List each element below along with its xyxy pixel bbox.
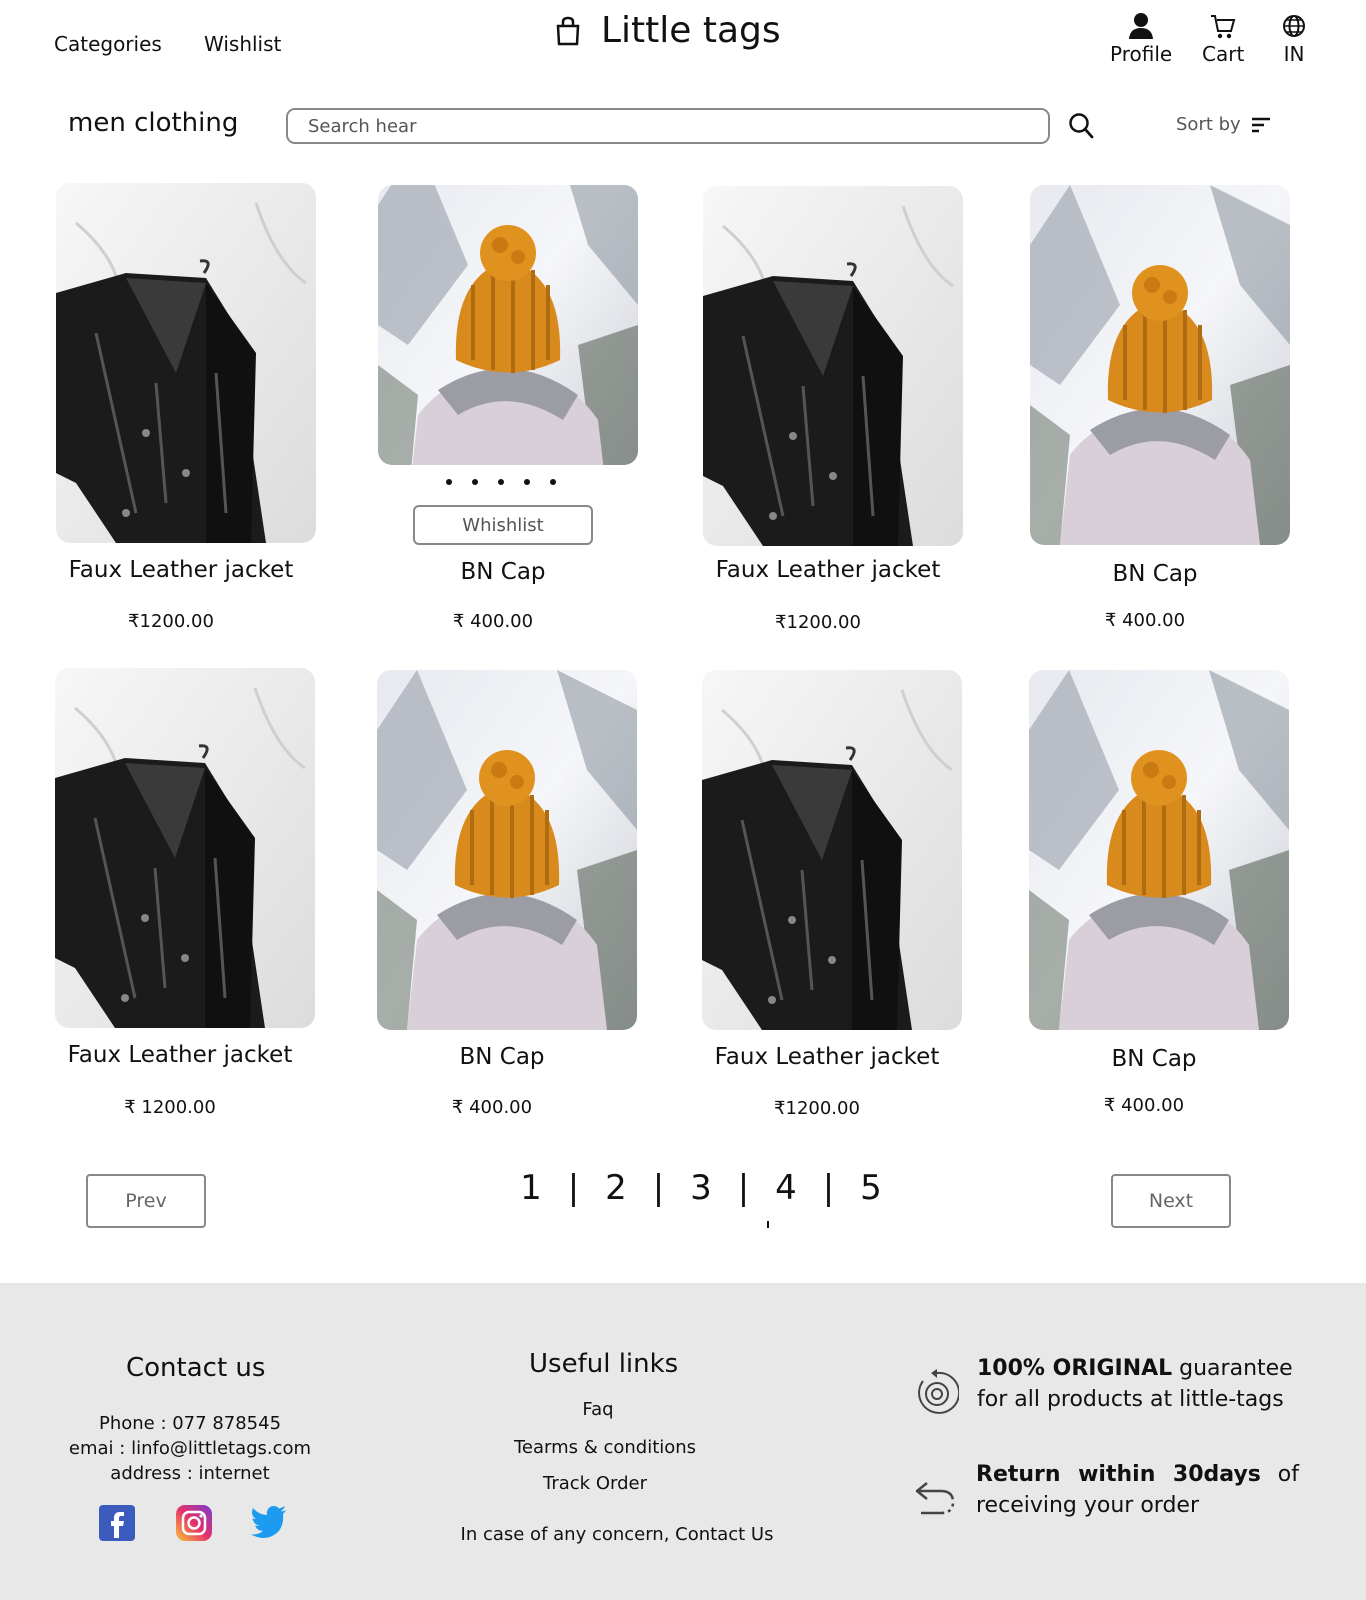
facebook-icon[interactable] — [99, 1505, 135, 1545]
page-separator: | — [652, 1168, 665, 1208]
cart-label: Cart — [1202, 42, 1245, 66]
product-name[interactable]: Faux Leather jacket — [55, 1042, 305, 1068]
return-policy-bold: Return within 30days — [976, 1462, 1261, 1487]
profile-label: Profile — [1110, 42, 1173, 66]
product-image-leather-jacket[interactable] — [702, 670, 962, 1030]
user-icon — [1129, 13, 1154, 39]
prev-page-button[interactable]: Prev — [86, 1174, 206, 1228]
page-1[interactable]: 1 — [516, 1168, 546, 1208]
page-separator: | — [822, 1168, 835, 1208]
product-name[interactable]: Faux Leather jacket — [56, 557, 306, 583]
search-input[interactable] — [286, 108, 1050, 144]
product-price: ₹ 1200.00 — [124, 1097, 216, 1118]
useful-links-heading: Useful links — [529, 1349, 679, 1379]
product-name[interactable]: BN Cap — [378, 559, 628, 585]
twitter-icon[interactable] — [251, 1505, 287, 1543]
category-title: men clothing — [68, 108, 239, 138]
return-policy-text: Return within 30days of receiving your o… — [976, 1459, 1299, 1521]
product-price: ₹1200.00 — [128, 611, 214, 632]
product-price: ₹ 400.00 — [451, 1097, 533, 1118]
cart-icon — [1211, 15, 1236, 39]
brand-name: Little tags — [601, 10, 781, 51]
link-track-order[interactable]: Track Order — [520, 1473, 670, 1494]
return-arrow-icon — [913, 1477, 957, 1525]
page-5[interactable]: 5 — [856, 1168, 886, 1208]
region-selector[interactable]: IN — [1282, 12, 1306, 66]
product-image-orange-beanie[interactable] — [1029, 670, 1289, 1030]
instagram-icon[interactable] — [176, 1505, 212, 1545]
original-guarantee-bold: 100% ORIGINAL — [977, 1356, 1173, 1381]
contact-address: address : internet — [110, 1463, 270, 1484]
page-separator: | — [567, 1168, 580, 1208]
product-image-leather-jacket[interactable] — [56, 183, 316, 543]
product-price: ₹ 400.00 — [1103, 1095, 1185, 1116]
nav-categories[interactable]: Categories — [54, 32, 162, 56]
nav-wishlist[interactable]: Wishlist — [204, 32, 281, 56]
link-terms-conditions[interactable]: Tearms & conditions — [490, 1437, 720, 1458]
carousel-dot[interactable] — [498, 479, 504, 485]
product-image-leather-jacket[interactable] — [703, 186, 963, 546]
shopping-bag-icon — [556, 16, 580, 45]
product-name[interactable]: BN Cap — [377, 1044, 627, 1070]
link-contact-us[interactable]: In case of any concern, Contact Us — [452, 1524, 782, 1545]
sort-icon — [1251, 117, 1270, 132]
page-numbers: 1 | 2 | 3 | 4 | 5 — [516, 1168, 886, 1208]
footer: Contact us Phone : 077 878545 emai : lin… — [0, 1283, 1366, 1600]
product-price: ₹1200.00 — [774, 1098, 860, 1119]
product-name[interactable]: Faux Leather jacket — [702, 1044, 952, 1070]
region-label: IN — [1283, 42, 1305, 66]
product-price: ₹ 400.00 — [1104, 610, 1186, 631]
contact-email[interactable]: emai : linfo@littletags.com — [40, 1438, 340, 1459]
current-page-indicator — [767, 1221, 769, 1228]
carousel-dot[interactable] — [472, 479, 478, 485]
add-to-wishlist-button[interactable]: Whishlist — [413, 505, 593, 545]
page-2[interactable]: 2 — [601, 1168, 631, 1208]
profile-button[interactable]: Profile — [1110, 12, 1172, 66]
original-guarantee-icon — [915, 1368, 961, 1424]
product-name[interactable]: Faux Leather jacket — [703, 557, 953, 583]
carousel-dot[interactable] — [446, 479, 452, 485]
search-icon[interactable] — [1068, 112, 1094, 144]
product-image-leather-jacket[interactable] — [55, 668, 315, 1028]
sort-label: Sort by — [1176, 114, 1241, 135]
sort-button[interactable]: Sort by — [1176, 114, 1271, 135]
contact-heading: Contact us — [126, 1353, 266, 1383]
original-guarantee-text: 100% ORIGINAL guarantee for all products… — [977, 1353, 1307, 1415]
product-image-orange-beanie[interactable] — [378, 185, 638, 465]
brand[interactable]: Little tags — [555, 10, 781, 51]
page-separator: | — [737, 1168, 750, 1208]
product-name[interactable]: BN Cap — [1030, 561, 1280, 587]
next-page-button[interactable]: Next — [1111, 1174, 1231, 1228]
carousel-dot[interactable] — [524, 479, 530, 485]
link-faq[interactable]: Faq — [560, 1399, 636, 1420]
image-carousel-dots[interactable] — [446, 479, 556, 485]
contact-phone: Phone : 077 878545 — [98, 1413, 282, 1434]
product-image-orange-beanie[interactable] — [1030, 185, 1290, 545]
globe-icon — [1283, 15, 1305, 37]
product-name[interactable]: BN Cap — [1029, 1046, 1279, 1072]
product-price: ₹ 400.00 — [452, 611, 534, 632]
page-4-current[interactable]: 4 — [771, 1168, 801, 1208]
product-image-orange-beanie[interactable] — [377, 670, 637, 1030]
page-3[interactable]: 3 — [686, 1168, 716, 1208]
cart-button[interactable]: Cart — [1202, 12, 1244, 66]
carousel-dot[interactable] — [550, 479, 556, 485]
product-price: ₹1200.00 — [775, 612, 861, 633]
